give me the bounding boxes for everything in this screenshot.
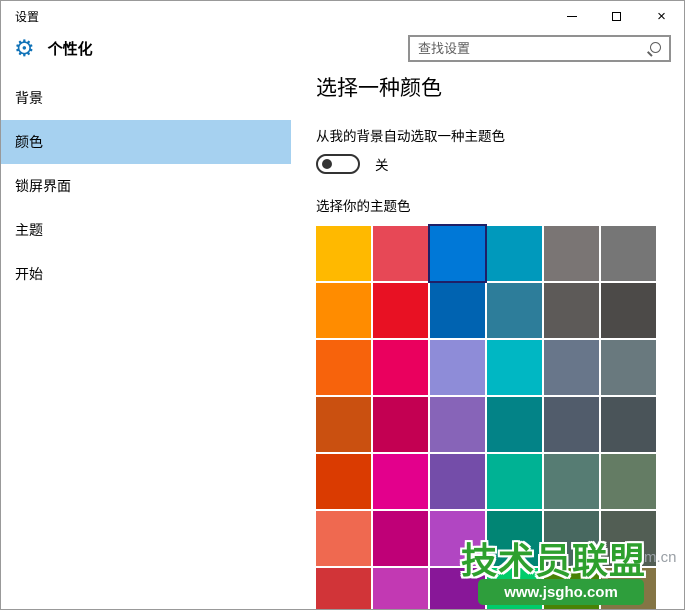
color-swatch[interactable] [601, 340, 656, 395]
sidebar-item-background[interactable]: 背景 [1, 76, 291, 120]
color-swatch[interactable] [373, 454, 428, 509]
color-swatch[interactable] [316, 511, 371, 566]
sidebar-item-label: 开始 [15, 264, 43, 284]
color-swatch[interactable] [544, 283, 599, 338]
color-swatch[interactable] [544, 340, 599, 395]
app-body: 背景 颜色 锁屏界面 主题 开始 选择一种颜色 从我的背景自动选取一种主题色 [1, 65, 684, 610]
close-button[interactable]: × [639, 1, 684, 31]
color-swatch[interactable] [373, 283, 428, 338]
color-swatch[interactable] [544, 226, 599, 281]
settings-window: 设置 × ⚙ 个性化 背景 颜色 [0, 0, 685, 610]
color-swatch[interactable] [601, 283, 656, 338]
page-header: ⚙ 个性化 [1, 31, 684, 65]
window-title: 设置 [15, 8, 39, 25]
color-swatch-selected[interactable] [430, 226, 485, 281]
toggle-knob [322, 159, 332, 169]
sidebar-item-label: 背景 [15, 88, 43, 108]
watermark-suffix: m.cn [644, 549, 677, 566]
auto-accent-toggle-row: 关 [316, 154, 684, 174]
maximize-button[interactable] [594, 1, 639, 31]
sidebar: 背景 颜色 锁屏界面 主题 开始 [1, 65, 291, 610]
window-controls: × [549, 1, 684, 31]
main-content: 选择一种颜色 从我的背景自动选取一种主题色 关 选择你的主题色 [291, 65, 684, 610]
color-swatch[interactable] [316, 568, 371, 610]
color-swatch[interactable] [487, 397, 542, 452]
sidebar-item-label: 锁屏界面 [15, 176, 71, 196]
color-swatch[interactable] [430, 454, 485, 509]
page-heading: 选择一种颜色 [316, 72, 684, 102]
auto-accent-toggle[interactable] [316, 154, 360, 174]
search-icon[interactable] [647, 42, 661, 56]
sidebar-item-label: 颜色 [15, 132, 43, 152]
sidebar-item-start[interactable]: 开始 [1, 252, 291, 296]
color-swatch[interactable] [544, 454, 599, 509]
color-swatch[interactable] [430, 340, 485, 395]
color-swatch[interactable] [316, 226, 371, 281]
sidebar-item-label: 主题 [15, 220, 43, 240]
color-swatch[interactable] [316, 454, 371, 509]
color-swatch[interactable] [373, 568, 428, 610]
maximize-icon [612, 12, 621, 21]
color-swatch[interactable] [487, 340, 542, 395]
color-swatch[interactable] [487, 454, 542, 509]
close-icon: × [657, 9, 666, 24]
color-swatch[interactable] [544, 397, 599, 452]
minimize-button[interactable] [549, 1, 594, 31]
search-settings-input[interactable] [418, 41, 647, 56]
watermark-url: www.jsgho.com [478, 579, 644, 605]
color-swatch[interactable] [373, 397, 428, 452]
toggle-state-label: 关 [375, 154, 389, 174]
color-swatch[interactable] [487, 226, 542, 281]
sidebar-item-colors[interactable]: 颜色 [1, 120, 291, 164]
sidebar-item-lockscreen[interactable]: 锁屏界面 [1, 164, 291, 208]
color-swatch[interactable] [430, 397, 485, 452]
color-swatch[interactable] [430, 283, 485, 338]
minimize-icon [567, 16, 577, 17]
color-swatch[interactable] [373, 340, 428, 395]
search-settings-box [408, 35, 671, 62]
color-swatch[interactable] [601, 226, 656, 281]
color-swatch[interactable] [601, 454, 656, 509]
auto-accent-label: 从我的背景自动选取一种主题色 [316, 125, 684, 145]
color-swatch[interactable] [316, 283, 371, 338]
title-bar: 设置 × [1, 1, 684, 31]
settings-gear-icon: ⚙ [14, 37, 35, 60]
watermark-brand: 技术员联盟 [461, 532, 646, 584]
color-swatch[interactable] [487, 283, 542, 338]
sidebar-item-themes[interactable]: 主题 [1, 208, 291, 252]
color-swatch[interactable] [601, 397, 656, 452]
page-title: 个性化 [48, 38, 93, 59]
accent-color-label: 选择你的主题色 [316, 195, 684, 215]
color-swatch[interactable] [373, 226, 428, 281]
color-swatch[interactable] [316, 397, 371, 452]
color-swatch[interactable] [316, 340, 371, 395]
color-swatch[interactable] [373, 511, 428, 566]
